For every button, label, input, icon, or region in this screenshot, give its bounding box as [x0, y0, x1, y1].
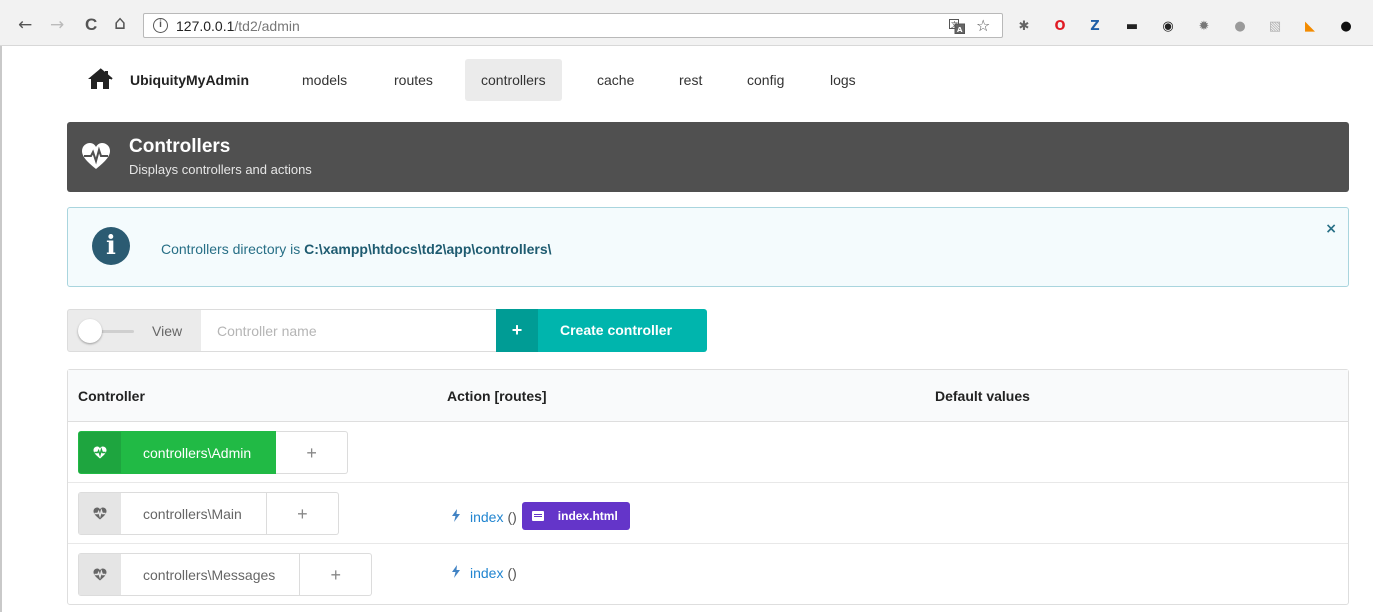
view-label[interactable]: index.html — [521, 502, 630, 530]
action-item: index () index.html — [452, 502, 630, 530]
menu-item-config[interactable]: config — [731, 59, 800, 101]
menu-item-logs[interactable]: logs — [814, 59, 872, 101]
reload-icon[interactable]: C — [85, 15, 97, 35]
lightning-icon — [452, 565, 460, 581]
url-path: /td2/admin — [234, 18, 300, 34]
info-icon: i — [92, 227, 130, 265]
controller-name: controllers\Admin — [143, 444, 252, 461]
heartbeat-icon — [79, 432, 121, 473]
action-item: index () — [452, 565, 517, 581]
opera-icon[interactable]: O — [1052, 18, 1068, 34]
menu-item-models[interactable]: models — [286, 59, 363, 101]
controllers-directory-path: C:\xampp\htdocs\td2\app\controllers\ — [304, 241, 552, 257]
brand-name[interactable]: UbiquityMyAdmin — [130, 72, 249, 88]
column-header-action: Action [routes] — [447, 388, 547, 404]
page-title: Controllers — [129, 136, 231, 157]
view-toggle[interactable]: View — [67, 309, 202, 352]
close-icon[interactable]: × — [1325, 221, 1337, 237]
menu-item-rest[interactable]: rest — [663, 59, 718, 101]
url-text: 127.0.0.1/td2/admin — [176, 18, 300, 34]
eye-icon[interactable]: ◉ — [1160, 18, 1176, 34]
table-header: Controller Action [routes] Default value… — [68, 370, 1348, 422]
controllers-table: Controller Action [routes] Default value… — [67, 369, 1349, 605]
lightning-icon — [452, 509, 460, 525]
table-row: controllers\Main + index () index.html — [68, 483, 1348, 544]
browser-toolbar: ← → C ⌂ i 127.0.0.1/td2/admin 文 A ☆ ✱ O Z ▬… — [0, 0, 1373, 46]
svg-text:A: A — [957, 26, 963, 34]
column-header-default-values: Default values — [935, 388, 1030, 404]
toggle-knob[interactable] — [78, 319, 102, 343]
info-prefix: Controllers directory is — [161, 241, 305, 257]
action-params: () — [507, 565, 517, 581]
controller-button-group: controllers\Main + — [78, 492, 339, 535]
menu-item-routes[interactable]: routes — [378, 59, 449, 101]
table-row: controllers\Admin + — [68, 422, 1348, 483]
github-icon[interactable]: ● — [1338, 18, 1354, 34]
site-info-icon[interactable]: i — [153, 18, 168, 33]
heartbeat-icon — [79, 554, 121, 595]
plus-icon: + — [496, 309, 538, 352]
add-action-button[interactable]: + — [266, 492, 339, 535]
shield-icon[interactable]: ● — [1232, 18, 1248, 34]
page-header: Controllers Displays controllers and act… — [67, 122, 1349, 192]
home-icon[interactable]: ⌂ — [114, 13, 126, 33]
menu-item-cache[interactable]: cache — [581, 59, 650, 101]
add-action-button[interactable]: + — [300, 553, 373, 596]
menu-item-controllers[interactable]: controllers — [465, 59, 562, 101]
gear-icon[interactable]: ✹ — [1196, 18, 1212, 34]
zotero-icon[interactable]: Z — [1087, 18, 1103, 34]
controller-button-messages[interactable]: controllers\Messages — [78, 553, 301, 596]
controller-name: controllers\Main — [143, 505, 242, 522]
terminal-icon[interactable]: ▬ — [1124, 18, 1140, 34]
controller-button-admin[interactable]: controllers\Admin — [78, 431, 277, 474]
window-edge — [0, 46, 2, 612]
app-menu: UbiquityMyAdmin models routes controller… — [67, 59, 1349, 101]
page-subtitle: Displays controllers and actions — [129, 162, 312, 177]
info-message: i Controllers directory is C:\xampp\htdo… — [67, 207, 1349, 287]
controller-name-input[interactable] — [201, 309, 497, 352]
url-host: 127.0.0.1 — [176, 18, 235, 34]
translate-icon[interactable]: 文 A — [949, 19, 965, 34]
window-icon — [531, 511, 544, 521]
action-link-index[interactable]: index — [470, 509, 503, 525]
add-action-button[interactable]: + — [276, 431, 349, 474]
home-icon[interactable] — [87, 68, 113, 90]
heartbeat-icon — [82, 143, 110, 169]
back-arrow-icon[interactable]: ← — [18, 15, 32, 35]
create-controller-label: Create controller — [560, 322, 673, 338]
info-text: Controllers directory is C:\xampp\htdocs… — [161, 241, 552, 257]
heartbeat-icon — [79, 493, 121, 534]
rss-icon[interactable]: ◣ — [1302, 18, 1318, 34]
address-bar[interactable]: i 127.0.0.1/td2/admin 文 A ☆ — [143, 13, 1003, 38]
cast-icon[interactable]: ▧ — [1267, 18, 1283, 34]
controller-name: controllers\Messages — [143, 566, 276, 583]
table-row: controllers\Messages + index () — [68, 544, 1348, 605]
toggle-label: View — [152, 323, 183, 339]
action-params: () — [507, 509, 517, 525]
controller-button-group: controllers\Messages + — [78, 553, 373, 596]
action-link-index[interactable]: index — [470, 565, 503, 581]
controller-button-main[interactable]: controllers\Main — [78, 492, 267, 535]
forward-arrow-icon[interactable]: → — [50, 15, 64, 35]
create-controller-button[interactable]: + Create controller — [496, 309, 707, 352]
controller-button-group: controllers\Admin + — [78, 431, 349, 474]
view-name: index.html — [557, 509, 618, 523]
bug-icon[interactable]: ✱ — [1016, 18, 1032, 34]
column-header-controller: Controller — [78, 388, 145, 404]
bookmark-star-icon[interactable]: ☆ — [976, 16, 990, 35]
